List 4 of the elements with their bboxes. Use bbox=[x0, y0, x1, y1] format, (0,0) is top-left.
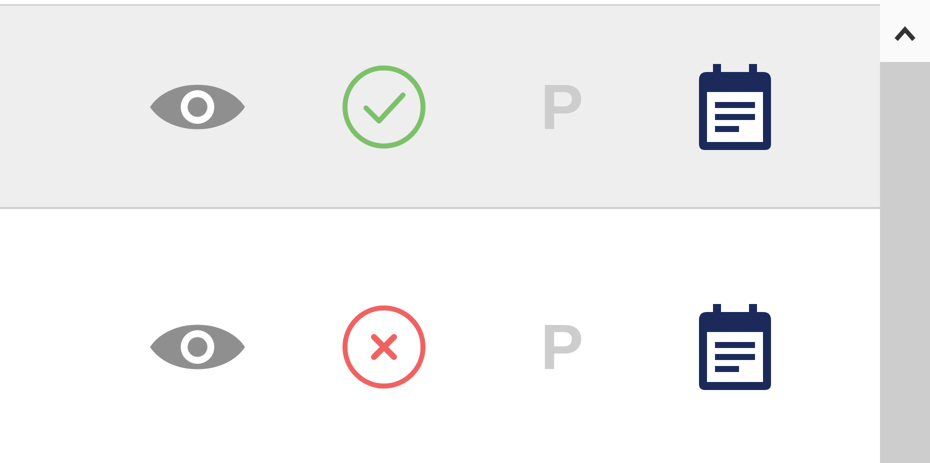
cross-circle-icon[interactable] bbox=[341, 304, 427, 390]
scrollbar[interactable] bbox=[880, 0, 930, 463]
scroll-up-icon[interactable] bbox=[894, 26, 916, 42]
check-circle-icon[interactable] bbox=[341, 64, 427, 150]
